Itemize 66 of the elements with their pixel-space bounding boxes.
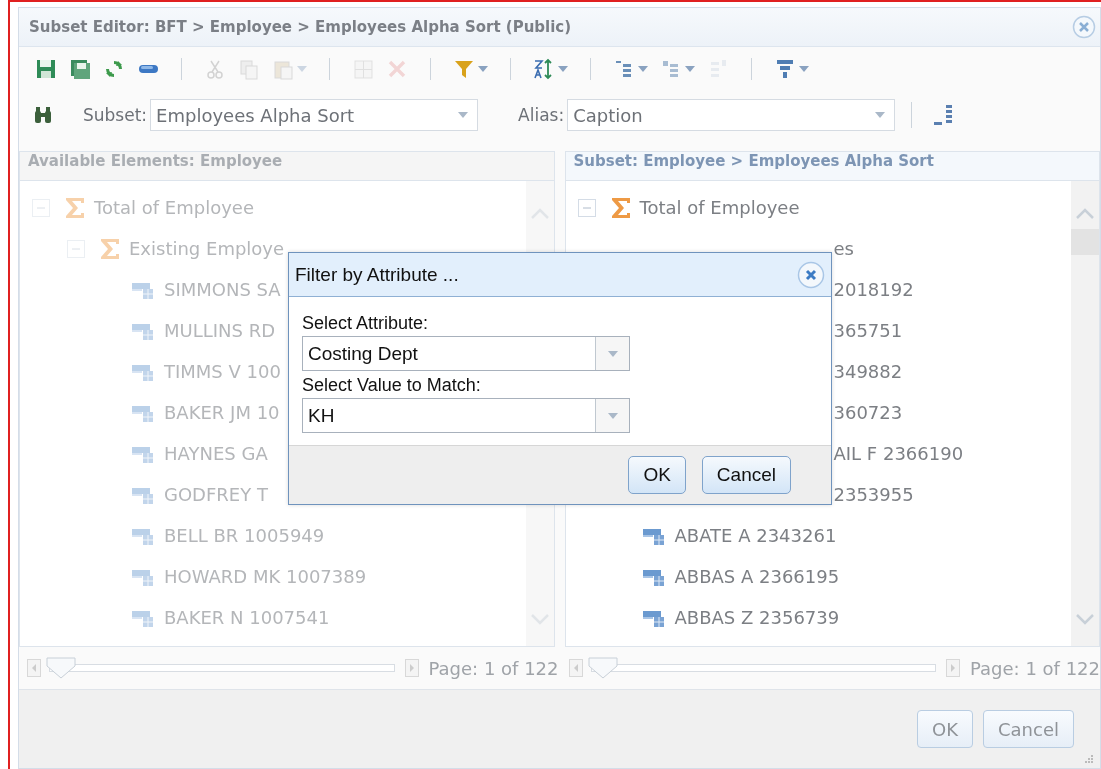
- caret-icon: [607, 412, 618, 419]
- caret-icon: [458, 112, 469, 118]
- page-count: Page: 1 of 122: [970, 657, 1100, 679]
- next-icon[interactable]: [946, 659, 961, 677]
- scroll-up-icon[interactable]: [1075, 207, 1095, 219]
- dropdown-field[interactable]: Costing Dept: [302, 336, 630, 371]
- save-as-icon: [69, 58, 91, 80]
- tree-item[interactable]: ABBAS Z 2356739: [674, 607, 840, 628]
- dialog-title: Filter by Attribute ...: [295, 263, 459, 286]
- save-icon: [35, 58, 57, 80]
- caret-icon: [607, 350, 618, 357]
- dropdown-field[interactable]: Employees Alpha Sort: [150, 99, 479, 131]
- sigma-icon: [99, 236, 121, 261]
- scrollbar-thumb[interactable]: [1071, 229, 1099, 255]
- tree-item[interactable]: ABATE A 2343261: [674, 525, 837, 546]
- dropdown-field[interactable]: Caption: [567, 99, 896, 131]
- tree-item[interactable]: 360723: [833, 402, 903, 423]
- tree-item[interactable]: 349882: [833, 361, 903, 382]
- sort-icon: [533, 58, 555, 80]
- caret-icon: [638, 66, 648, 72]
- dialog-button[interactable]: Cancel: [701, 456, 791, 494]
- close-icon[interactable]: [1072, 15, 1096, 39]
- sigma-icon: [64, 195, 86, 220]
- resize-grip-icon[interactable]: [1084, 754, 1094, 764]
- caret-icon: [297, 66, 307, 72]
- dialog-button[interactable]: OK: [917, 710, 973, 748]
- panel-header: Subset: Employee > Employees Alpha Sort: [565, 152, 1099, 181]
- field-label: Subset:: [83, 105, 148, 125]
- copy-icon: [238, 58, 260, 80]
- caret-icon: [875, 112, 886, 118]
- field-label: Select Attribute:: [302, 313, 430, 334]
- delete-icon: [386, 58, 408, 80]
- grid-icon: [352, 58, 374, 80]
- dropdown-field[interactable]: KH: [302, 398, 630, 433]
- sigma-icon: [609, 195, 632, 220]
- tree-item[interactable]: 2353955: [833, 484, 914, 505]
- field-label: Select Value to Match:: [302, 375, 482, 396]
- caret-icon: [685, 66, 695, 72]
- tree-item[interactable]: 365751: [833, 320, 903, 341]
- dialog-button[interactable]: Cancel: [983, 710, 1074, 748]
- caret-icon: [558, 66, 568, 72]
- tree-item[interactable]: 2018192: [833, 279, 914, 300]
- collapse-icon[interactable]: [577, 198, 596, 217]
- page-count: Page: 1 of 122: [428, 657, 559, 679]
- field-label: Alias:: [518, 105, 565, 125]
- tree-item[interactable]: es: [833, 238, 854, 259]
- previous-icon[interactable]: [568, 659, 583, 677]
- funnel-icon: [774, 58, 796, 80]
- tree-item[interactable]: Total of Employee: [639, 197, 800, 218]
- slider-thumb[interactable]: [587, 657, 618, 679]
- scroll-down-icon[interactable]: [1075, 614, 1095, 626]
- tree-item[interactable]: ABBAS A 2366195: [674, 566, 840, 587]
- previous-icon[interactable]: [27, 659, 41, 677]
- refresh-icon: [103, 58, 125, 80]
- paste-icon: [272, 58, 294, 80]
- window-title: Subset Editor: BFT > Employee > Employees Alpha Sort (Public): [29, 18, 572, 36]
- tree-item[interactable]: AIL F 2366190: [833, 443, 964, 464]
- close-icon[interactable]: [797, 260, 825, 289]
- cut-icon: [204, 58, 226, 80]
- dialog-button[interactable]: OK: [628, 456, 686, 494]
- caret-icon: [799, 66, 809, 72]
- panel-header: Available Elements: Employee: [20, 152, 554, 181]
- next-icon[interactable]: [404, 659, 419, 677]
- binoculars-icon[interactable]: [33, 105, 53, 125]
- caret-icon: [478, 66, 488, 72]
- filter-icon: [453, 58, 475, 80]
